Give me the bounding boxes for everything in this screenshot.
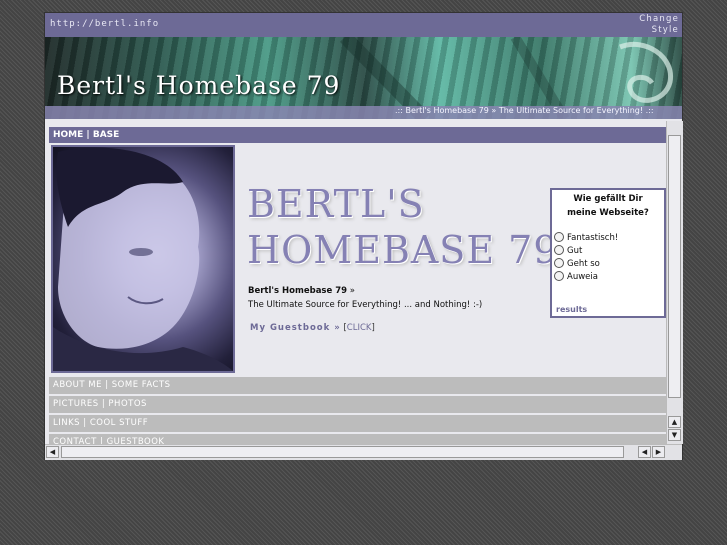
change-style-line1: Change	[639, 14, 679, 24]
poll-option-label: Auweia	[567, 272, 598, 282]
scroll-down-button[interactable]: ▼	[668, 429, 681, 441]
intro-arrow: »	[349, 286, 355, 296]
poll-option-label: Geht so	[567, 259, 600, 269]
portrait-silhouette	[53, 147, 233, 371]
radio-icon[interactable]	[554, 258, 564, 268]
guestbook-link[interactable]: My Guestbook »	[250, 323, 341, 333]
banner-title: Bertl's Homebase 79	[57, 71, 341, 100]
banner-marquee: .:: Bertl's Homebase 79 » The Ultimate S…	[395, 106, 654, 115]
scroll-right-button[interactable]: ▶	[652, 446, 665, 458]
intro-tagline: The Ultimate Source for Everything! ... …	[248, 300, 483, 310]
scroll-up-button[interactable]: ▲	[668, 416, 681, 428]
radio-icon[interactable]	[554, 271, 564, 281]
guestbook-line: My Guestbook » [CLICK]	[250, 323, 375, 333]
poll-option-label: Gut	[567, 246, 583, 256]
horizontal-scroll-thumb[interactable]	[61, 446, 624, 458]
radio-icon[interactable]	[554, 245, 564, 255]
click-link[interactable]: CLICK	[347, 323, 372, 333]
scroll-left-button-2[interactable]: ◀	[638, 446, 651, 458]
click-bracket-close: ]	[371, 323, 375, 333]
site-logo-text: BERTL'S HOMEBASE 79	[247, 181, 559, 273]
change-style-line2: Style	[651, 25, 679, 35]
header-banner: Bertl's Homebase 79 .:: Bertl's Homebase…	[45, 37, 682, 119]
poll-question-line1: Wie gefällt Dir	[573, 194, 643, 204]
poll-box: Wie gefällt Dir meine Webseite? Fantasti…	[550, 188, 666, 318]
nav-pictures[interactable]: PICTURES | PHOTOS	[49, 396, 666, 413]
nav-links[interactable]: LINKS | COOL STUFF	[49, 415, 666, 432]
poll-question: Wie gefällt Dir meine Webseite?	[552, 192, 664, 220]
poll-results-link[interactable]: results	[556, 305, 587, 314]
intro-text: Bertl's Homebase 79 » The Ultimate Sourc…	[248, 284, 482, 312]
nav-contact[interactable]: CONTACT | GUESTBOOK	[49, 434, 666, 444]
site-url[interactable]: http://bertl.info	[50, 19, 159, 29]
scroll-left-button[interactable]: ◀	[46, 446, 59, 458]
radio-icon[interactable]	[554, 232, 564, 242]
poll-option-fantastisch[interactable]: Fantastisch!	[554, 232, 618, 243]
vertical-scroll-thumb[interactable]	[668, 135, 681, 398]
poll-option-auweia[interactable]: Auweia	[554, 271, 598, 282]
vertical-scrollbar[interactable]: ▲ ▼	[666, 121, 683, 444]
logo-line2: HOMEBASE 79	[247, 228, 559, 272]
poll-option-label: Fantastisch!	[567, 233, 619, 243]
horizontal-scrollbar[interactable]: ◀ ◀ ▶	[45, 444, 682, 460]
change-style-link[interactable]: Change Style	[639, 14, 679, 36]
poll-option-geht-so[interactable]: Geht so	[554, 258, 600, 269]
nav-home-base[interactable]: HOME | BASE	[49, 127, 666, 143]
intro-name: Bertl's Homebase 79	[248, 286, 348, 296]
profile-photo	[51, 145, 235, 373]
nav-about-me[interactable]: ABOUT ME | SOME FACTS	[49, 377, 666, 394]
content-area: HOME | BASE BERTL'S HOMEBASE 79 Bertl's …	[45, 121, 666, 444]
top-bar: http://bertl.info Change Style	[45, 13, 682, 37]
logo-line1: BERTL'S	[247, 182, 425, 226]
page-frame: http://bertl.info Change Style Bertl's H…	[45, 13, 683, 460]
poll-question-line2: meine Webseite?	[567, 208, 649, 218]
poll-option-gut[interactable]: Gut	[554, 245, 582, 256]
